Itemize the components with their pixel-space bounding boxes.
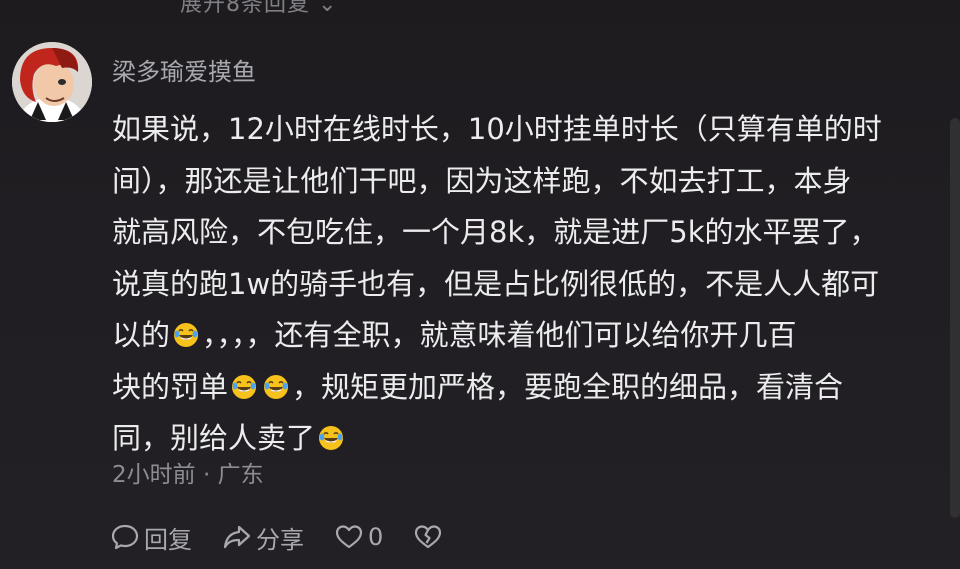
laughing-crying-emoji-icon	[231, 365, 257, 399]
avatar-image	[12, 42, 92, 122]
comment-text-segment: 同，别给人卖了	[112, 421, 316, 455]
comment-text-segment: ，，，，还有全职，就意味着他们可以给你开几百	[202, 318, 797, 352]
comment-line: 以的 ，，，，还有全职，就意味着他们可以给你开几百	[112, 310, 932, 362]
like-count: 0	[368, 523, 384, 551]
avatar[interactable]	[12, 42, 92, 122]
heart-icon	[335, 525, 363, 549]
comment-text-segment: 如果说，12小时在线时长，10小时挂单时长（只算有单的时	[112, 112, 882, 146]
laughing-crying-emoji-icon	[173, 313, 199, 347]
comment-text-segment: 说真的跑1w的骑手也有，但是占比例很低的，不是人人都可	[112, 266, 880, 301]
collapsed-replies-hint[interactable]: 展开8条回复 ⌄	[180, 0, 337, 18]
comment-text-segment: 块的罚单	[112, 369, 229, 404]
reply-label: 回复	[144, 525, 192, 554]
like-button[interactable]: 0	[334, 522, 383, 552]
comment-time: 2小时前	[112, 462, 196, 488]
dislike-button[interactable]	[413, 522, 447, 552]
comment-line: 说真的跑1w的骑手也有，但是占比例很低的，不是人人都可	[112, 259, 932, 311]
reply-button[interactable]: 回复	[110, 520, 192, 555]
laughing-crying-emoji-icon	[318, 416, 344, 450]
comment-body: 如果说，12小时在线时长，10小时挂单时长（只算有单的时 间），那还是让他们干吧…	[112, 104, 932, 465]
comment-text-segment: ，规矩更加严格，要跑全职的细品，看清合	[292, 369, 844, 404]
comment-bubble-icon	[111, 524, 139, 550]
comment-actions: 回复 分享 0	[110, 518, 477, 556]
comment-username[interactable]: 梁多瑜爱摸鱼	[112, 52, 256, 87]
comment-text-segment: 以的	[112, 318, 171, 352]
comment-line: 如果说，12小时在线时长，10小时挂单时长（只算有单的时	[112, 104, 932, 156]
comment-location: 广东	[217, 462, 264, 488]
meta-separator: ·	[202, 462, 211, 488]
laughing-crying-emoji-icon	[263, 365, 289, 399]
comment-meta: 2小时前 · 广东	[112, 455, 264, 489]
broken-heart-icon	[415, 525, 442, 549]
comment-line: 就高风险，不包吃住，一个月8k，就是进厂5k的水平罢了，	[112, 207, 932, 259]
share-label: 分享	[256, 525, 304, 554]
scrollbar[interactable]	[950, 118, 960, 518]
comment-text-segment: 间），那还是让他们干吧，因为这样跑，不如去打工，本身	[112, 163, 852, 198]
share-arrow-icon	[223, 525, 251, 549]
comment-line: 间），那还是让他们干吧，因为这样跑，不如去打工，本身	[112, 156, 932, 208]
comment-text-segment: 就高风险，不包吃住，一个月8k，就是进厂5k的水平罢了，	[112, 215, 879, 249]
share-button[interactable]: 分享	[222, 520, 304, 555]
comment-line: 块的罚单 ，规矩更加严格，要跑全职的细品，看清合	[112, 362, 932, 414]
